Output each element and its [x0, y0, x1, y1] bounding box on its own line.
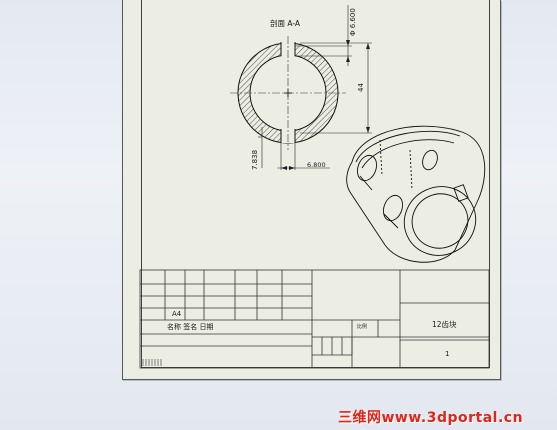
- sheet-number-text: 1: [445, 350, 450, 358]
- paper-size-text: A4: [172, 310, 182, 318]
- drawing-title-text: 12齿块: [432, 320, 457, 329]
- diameter-dimension-text: Φ 6.600: [349, 8, 357, 36]
- bottom-offset-dimension-text: 6.800: [307, 161, 326, 169]
- title-block: [139, 269, 490, 369]
- left-offset-dimension-text: 7.838: [251, 149, 259, 170]
- scale-label-text: 比例: [357, 324, 368, 330]
- isometric-view[interactable]: [346, 125, 487, 267]
- drawing-viewport[interactable]: 剖面 A-A Φ 6.600 44 7.838 6.800 A4 名称 签名 日…: [0, 0, 557, 430]
- site-watermark: 三维网www.3dportal.cn: [338, 410, 524, 426]
- drawing-canvas: [139, 5, 490, 369]
- bottom-left-marks: [142, 359, 162, 366]
- section-view-label: 剖面 A-A: [270, 19, 301, 28]
- signature-row-text: 名称 签名 日期: [167, 323, 214, 331]
- height-dimension-text: 44: [357, 83, 365, 92]
